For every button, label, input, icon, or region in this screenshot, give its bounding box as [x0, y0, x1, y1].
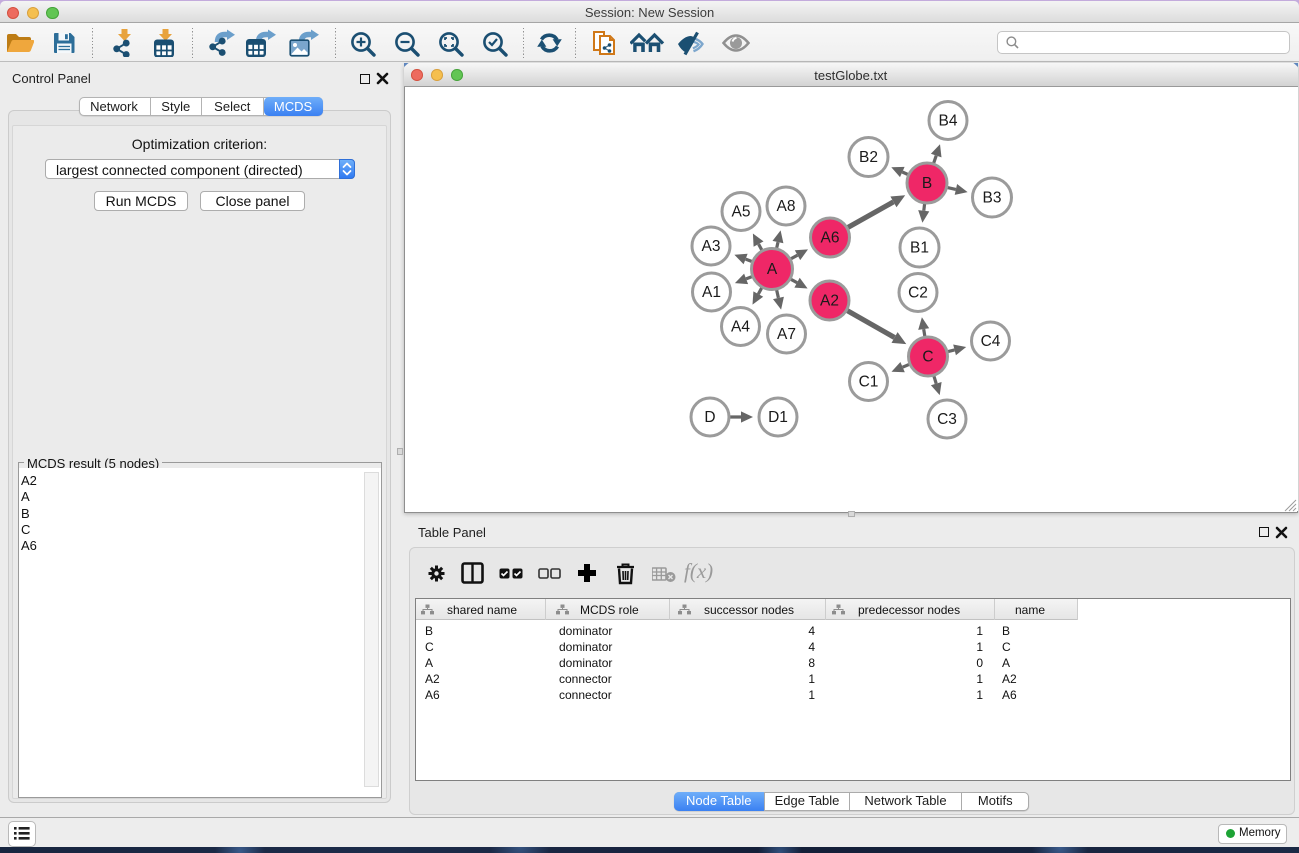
svg-text:C2: C2	[908, 285, 928, 302]
svg-text:B1: B1	[910, 240, 929, 257]
svg-text:B: B	[921, 175, 931, 192]
svg-text:B2: B2	[859, 149, 878, 166]
svg-text:A5: A5	[731, 204, 750, 221]
svg-text:A8: A8	[776, 198, 795, 215]
svg-text:C4: C4	[980, 333, 1000, 350]
svg-text:D1: D1	[768, 409, 788, 426]
svg-text:C3: C3	[937, 411, 957, 428]
svg-text:A7: A7	[777, 326, 796, 343]
svg-text:D: D	[704, 409, 715, 426]
svg-text:A2: A2	[820, 293, 839, 310]
svg-text:A3: A3	[701, 238, 720, 255]
svg-text:A1: A1	[702, 284, 721, 301]
svg-text:A4: A4	[731, 319, 750, 336]
svg-text:C1: C1	[858, 374, 878, 391]
svg-text:A6: A6	[820, 230, 839, 247]
svg-text:B3: B3	[982, 190, 1001, 207]
svg-text:A: A	[766, 261, 777, 278]
svg-text:C: C	[922, 349, 933, 366]
svg-text:B4: B4	[938, 113, 957, 130]
